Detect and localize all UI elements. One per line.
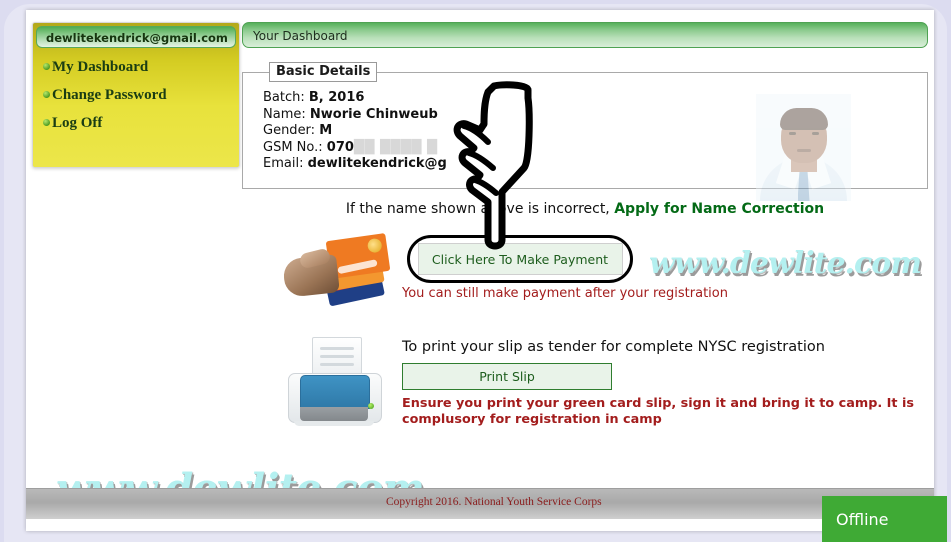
print-row: To print your slip as tender for complet… — [242, 333, 928, 443]
footer: Copyright 2016. National Youth Service C… — [26, 488, 934, 519]
page-canvas: dewlitekendrick@gmail.com My Dashboard C… — [26, 10, 934, 531]
name-value: Nworie Chinweub — [309, 106, 438, 122]
account-email-label: dewlitekendrick@gmail.com — [36, 26, 236, 48]
sidebar: dewlitekendrick@gmail.com My Dashboard C… — [32, 22, 240, 168]
batch-label: Batch: — [263, 90, 305, 105]
email-label: Email: — [263, 156, 304, 171]
gsm-masked-digits: ██ ████ █ — [353, 139, 438, 155]
make-payment-button[interactable]: Click Here To Make Payment — [417, 243, 623, 275]
page-root: dewlitekendrick@gmail.com My Dashboard C… — [0, 0, 951, 542]
name-correction-note: If the name shown above is incorrect, Ap… — [242, 201, 928, 217]
print-warning-text: Ensure you print your green card slip, s… — [402, 396, 915, 427]
batch-value: B, 2016 — [308, 90, 365, 105]
payment-note: You can still make payment after your re… — [402, 286, 728, 301]
credit-cards-icon — [282, 233, 391, 307]
basic-details-legend: Basic Details — [269, 62, 378, 82]
sidebar-item-change-password[interactable]: Change Password — [33, 87, 239, 104]
bullet-icon — [43, 91, 50, 98]
sidebar-item-my-dashboard[interactable]: My Dashboard — [33, 59, 239, 76]
main-content: Your Dashboard Basic Details Batch: B, 2… — [242, 22, 928, 443]
gender-label: Gender: — [263, 123, 316, 138]
print-slip-button[interactable]: Print Slip — [402, 363, 612, 390]
basic-details-panel: Basic Details Batch: B, 2016 Name: Nwori… — [242, 62, 928, 201]
print-slip-title: To print your slip as tender for complet… — [402, 339, 825, 355]
offline-chat-widget[interactable]: Offline — [822, 496, 947, 542]
page-body: dewlitekendrick@gmail.com My Dashboard C… — [26, 10, 934, 531]
sidebar-item-label: My Dashboard — [52, 59, 149, 75]
printer-icon — [286, 337, 382, 433]
browser-frame: dewlitekendrick@gmail.com My Dashboard C… — [4, 4, 947, 542]
sidebar-item-log-off[interactable]: Log Off — [33, 115, 239, 132]
gsm-label: GSM No.: — [263, 139, 323, 155]
sidebar-item-label: Change Password — [52, 87, 167, 103]
gsm-value: 070 — [326, 139, 354, 155]
sidebar-item-label: Log Off — [52, 115, 103, 131]
gender-value: M — [319, 123, 333, 138]
name-label: Name: — [263, 106, 306, 122]
apply-name-correction-link[interactable]: Apply for Name Correction — [614, 201, 824, 217]
copyright-text: Copyright 2016. National Youth Service C… — [386, 496, 602, 508]
dashboard-title-bar: Your Dashboard — [242, 22, 928, 48]
bullet-icon — [43, 119, 50, 126]
avatar — [756, 94, 851, 201]
bullet-icon — [43, 63, 50, 70]
name-correction-text: If the name shown above is incorrect, — [345, 201, 615, 217]
payment-button-highlight: Click Here To Make Payment — [407, 235, 633, 283]
email-value: dewlitekendrick@g — [307, 156, 447, 171]
payment-row: Click Here To Make Payment You can still… — [242, 233, 928, 311]
